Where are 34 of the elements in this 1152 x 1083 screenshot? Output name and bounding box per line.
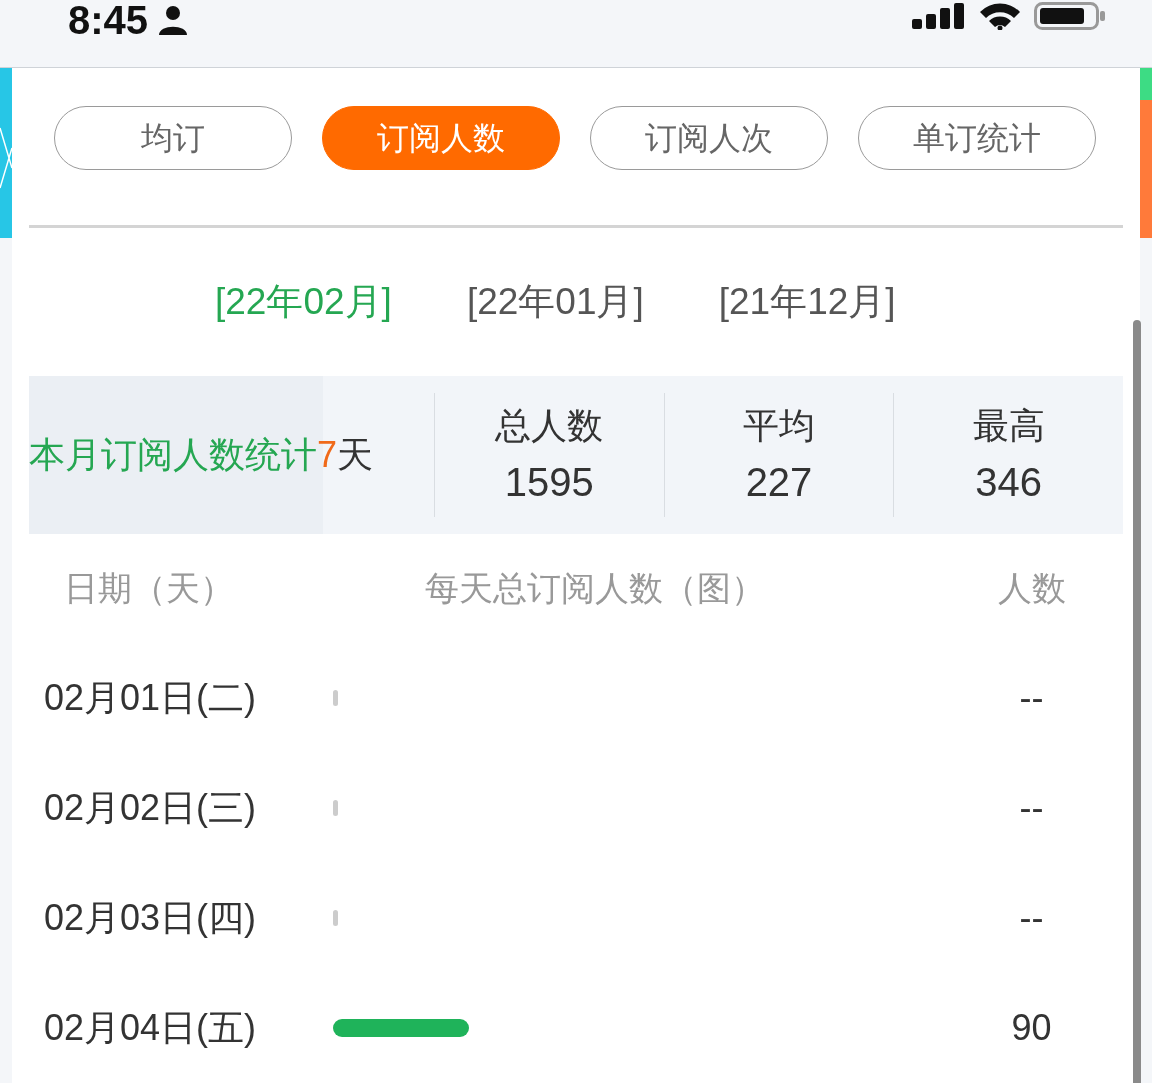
month-tab[interactable]: [22年02月]	[215, 274, 392, 330]
month-tab[interactable]: [22年01月]	[466, 274, 644, 330]
date-cell: 02月01日(二)	[44, 677, 257, 718]
stat-label: 总人数	[495, 405, 604, 446]
empty-bar-marker	[333, 910, 338, 926]
battery-icon	[1034, 2, 1106, 30]
person-icon	[158, 5, 189, 35]
month-tab[interactable]: [21年12月]	[718, 274, 896, 330]
day-count: 7	[317, 432, 338, 477]
count-cell-text: --	[1019, 896, 1044, 940]
tab[interactable]: 订阅人次	[590, 106, 828, 170]
day-unit: 天	[337, 432, 374, 477]
tab[interactable]: 单订统计	[858, 106, 1096, 170]
count-cell-text: --	[1019, 786, 1044, 830]
column-header: 人数	[997, 567, 1066, 609]
date-cell: 02月03日(四)	[44, 897, 257, 938]
wifi-icon	[980, 2, 1020, 30]
clock-time: 8:45	[68, 0, 149, 40]
date-cell: 02月04日(五)	[44, 1007, 257, 1048]
stat-label: 平均	[743, 405, 815, 446]
empty-bar-marker	[333, 690, 338, 706]
empty-bar-marker	[333, 800, 338, 816]
date-cell: 02月02日(三)	[44, 787, 257, 828]
stat-value: 1595	[504, 459, 594, 504]
column-header: 日期（天）	[64, 568, 234, 607]
tab[interactable]: 均订	[54, 106, 292, 170]
summary-label: 本月订阅人数统计	[29, 432, 317, 477]
stat-value: 227	[745, 459, 813, 504]
count-cell-text: --	[1019, 676, 1044, 720]
stat-label: 最高	[972, 405, 1045, 446]
column-header: 每天总订阅人数（图）	[425, 568, 765, 607]
count-cell-text: 90	[1011, 1006, 1052, 1050]
signal-icon	[912, 3, 966, 29]
stat-value: 346	[975, 459, 1043, 504]
